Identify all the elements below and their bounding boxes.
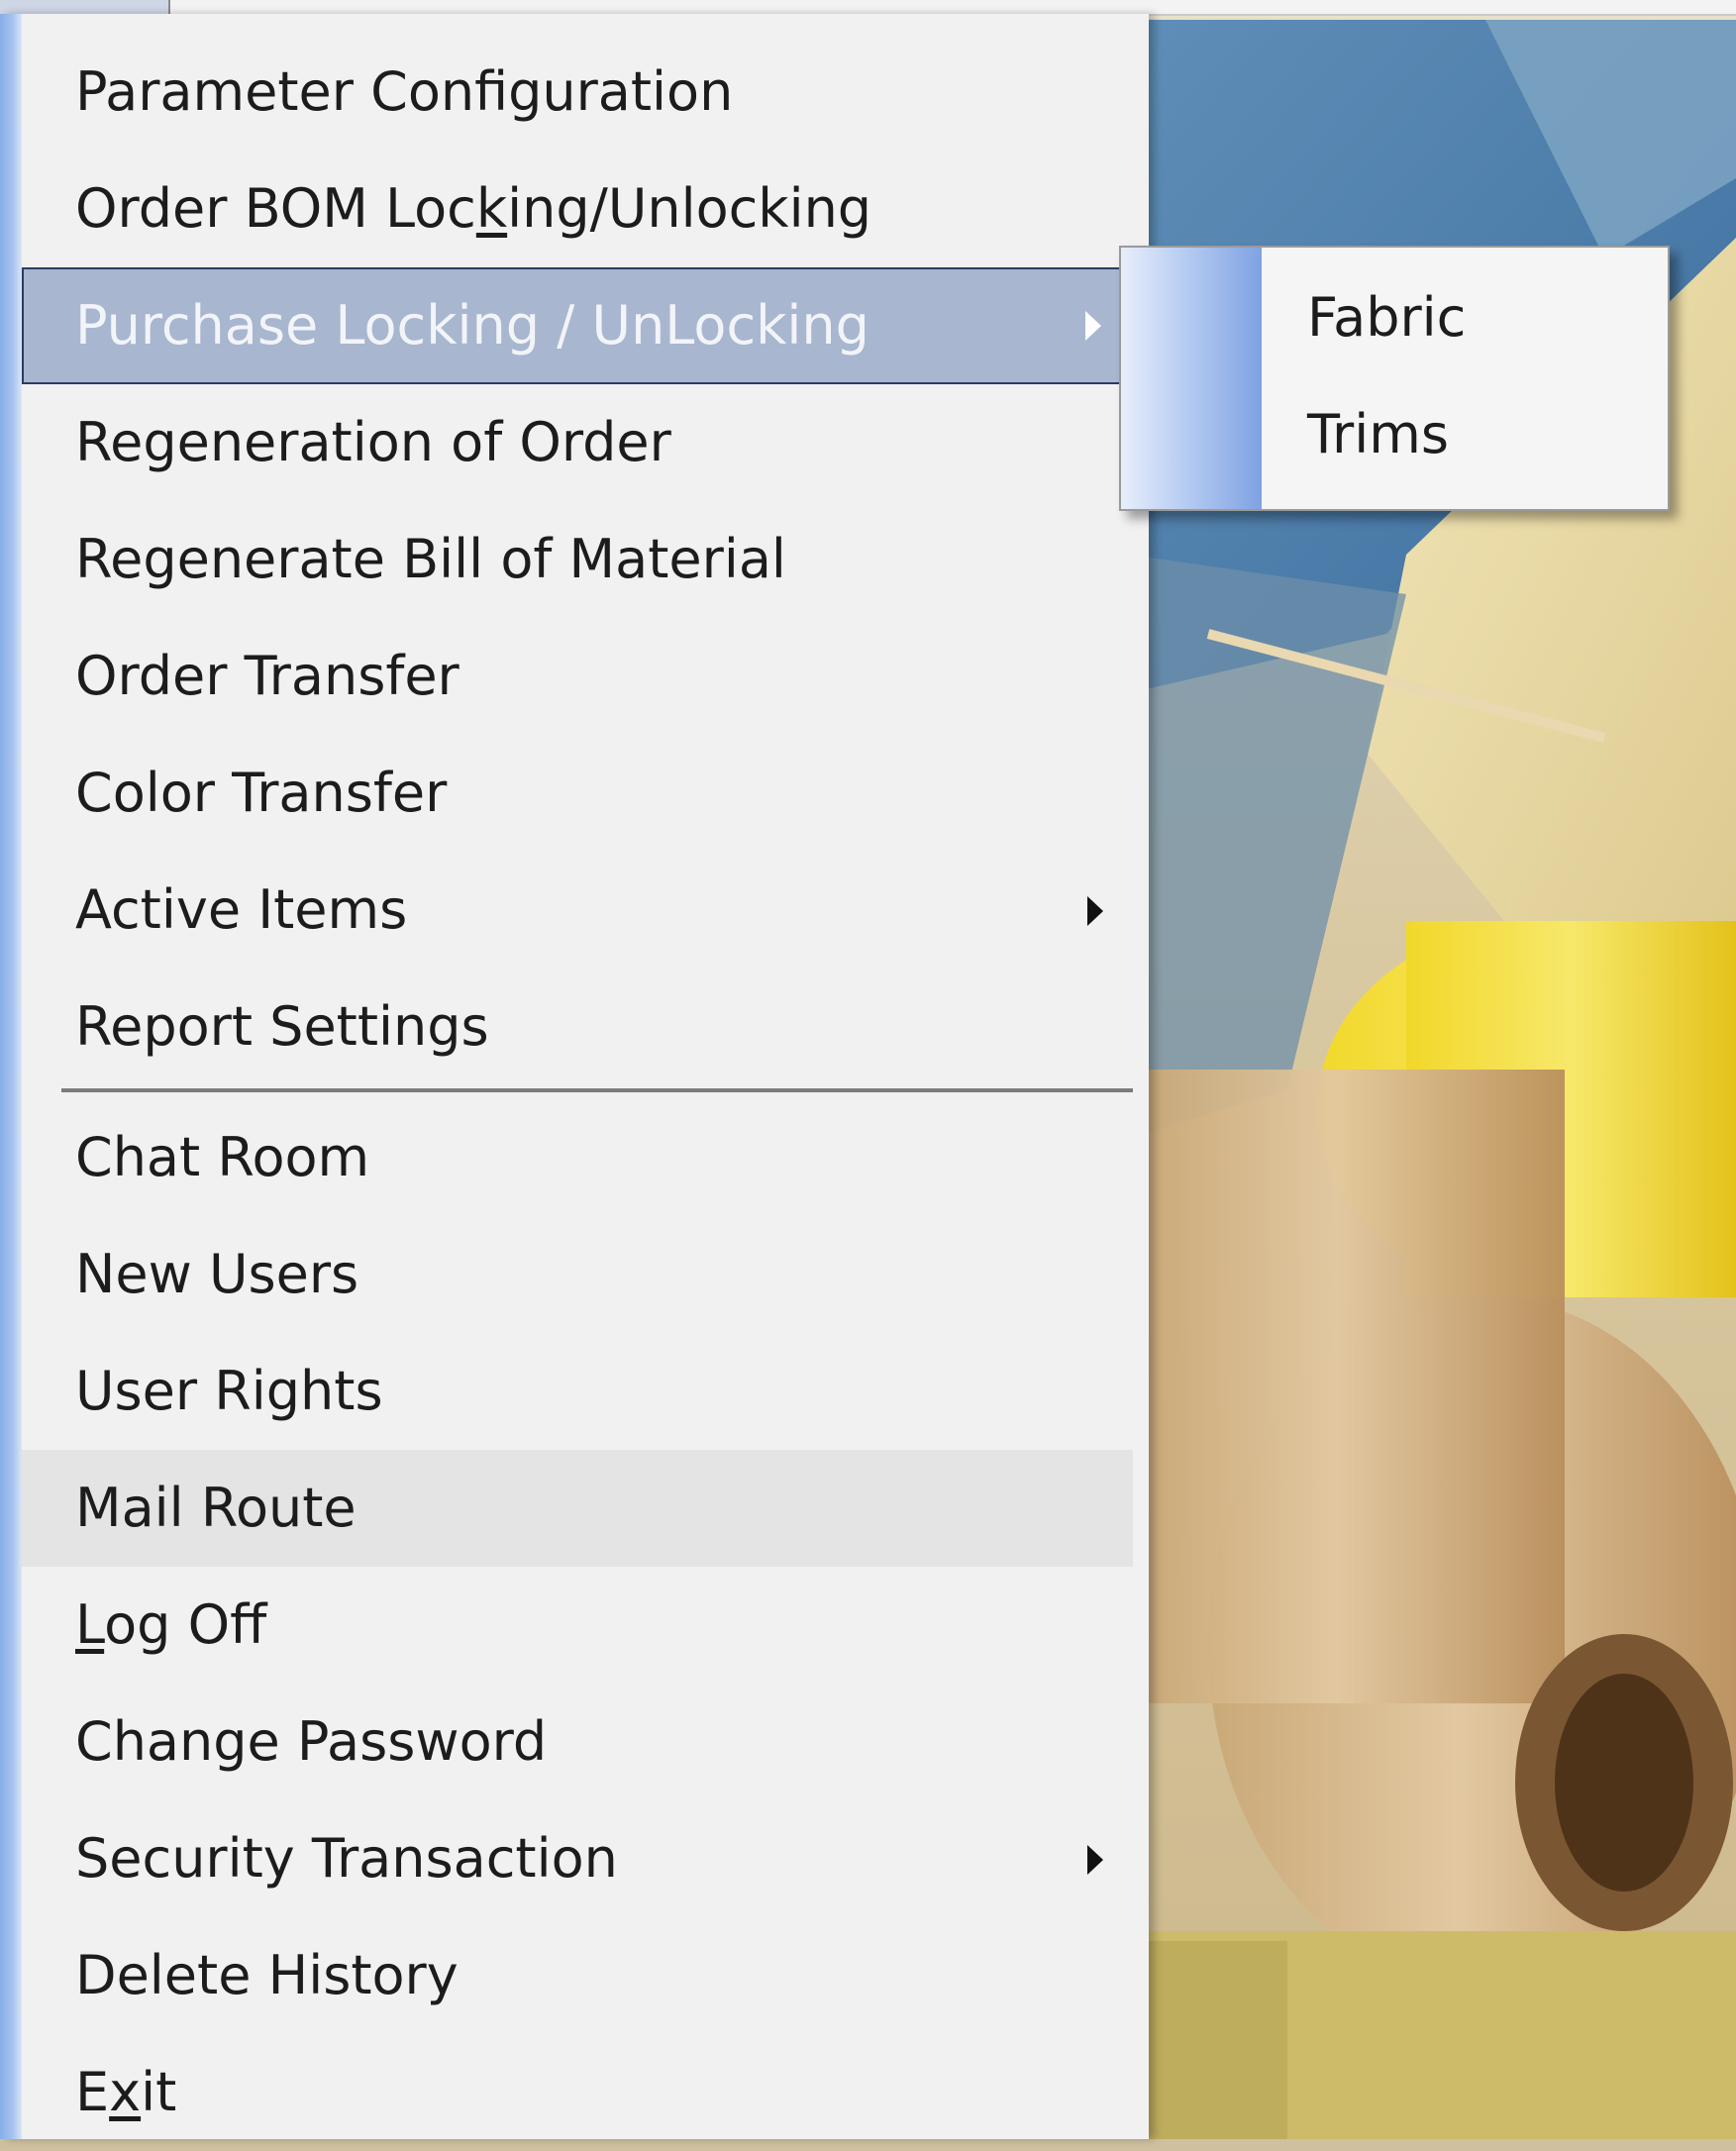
menu-bar-tab[interactable] xyxy=(0,0,170,14)
accelerator-key: x xyxy=(109,2061,142,2123)
menu-item-regenerate-bill-of-material[interactable]: Regenerate Bill of Material xyxy=(22,501,1133,618)
chevron-right-icon xyxy=(1087,896,1103,926)
menu-item-label: Purchase Locking / UnLocking xyxy=(75,294,869,357)
menu-item-label: Color Transfer xyxy=(75,762,448,824)
menu-item-security-transaction[interactable]: Security Transaction xyxy=(22,1800,1133,1917)
accelerator-key: L xyxy=(75,1593,105,1656)
submenu-item-label: Trims xyxy=(1307,403,1449,465)
menu-item-chat-room[interactable]: Chat Room xyxy=(22,1099,1133,1216)
menu-item-parameter-configuration[interactable]: Parameter Configuration xyxy=(22,34,1133,151)
menu-separator xyxy=(61,1088,1133,1092)
menu-item-label: Report Settings xyxy=(75,995,489,1058)
purchase-locking-submenu: Fabric Trims xyxy=(1119,246,1670,511)
menu-item-regeneration-of-order[interactable]: Regeneration of Order xyxy=(22,384,1133,501)
menu-item-label: Delete History xyxy=(75,1944,459,2006)
chevron-right-icon xyxy=(1087,1845,1103,1875)
menu-item-label: Change Password xyxy=(75,1710,548,1773)
menu-item-label: Exit xyxy=(75,2061,177,2123)
menu-item-user-rights[interactable]: User Rights xyxy=(22,1333,1133,1450)
accelerator-key: k xyxy=(475,177,508,240)
menu-item-label: Mail Route xyxy=(75,1477,357,1539)
menu-item-color-transfer[interactable]: Color Transfer xyxy=(22,735,1133,852)
menu-item-label: Order BOM Locking/Unlocking xyxy=(75,177,872,240)
submenu-item-label: Fabric xyxy=(1307,286,1467,349)
submenu-item-fabric[interactable]: Fabric xyxy=(1262,259,1668,376)
menu-item-label: User Rights xyxy=(75,1360,383,1422)
menu-item-report-settings[interactable]: Report Settings xyxy=(22,969,1133,1085)
menu-item-order-bom-locking-unlocking[interactable]: Order BOM Locking/Unlocking xyxy=(22,151,1133,267)
submenu-icon-gutter xyxy=(1121,248,1262,509)
menu-item-log-off[interactable]: Log Off xyxy=(22,1567,1133,1684)
menu-item-active-items[interactable]: Active Items xyxy=(22,852,1133,969)
menu-item-label: Log Off xyxy=(75,1593,267,1656)
menu-item-delete-history[interactable]: Delete History xyxy=(22,1917,1133,2034)
menu-item-label: Regenerate Bill of Material xyxy=(75,528,786,590)
menu-item-label: New Users xyxy=(75,1243,359,1305)
menu-item-new-users[interactable]: New Users xyxy=(22,1216,1133,1333)
menu-item-label: Active Items xyxy=(75,878,408,941)
menu-item-mail-route[interactable]: Mail Route xyxy=(22,1450,1133,1567)
submenu-item-trims[interactable]: Trims xyxy=(1262,376,1668,493)
menu-icon-gutter xyxy=(0,14,22,2139)
menu-item-change-password[interactable]: Change Password xyxy=(22,1684,1133,1800)
main-dropdown-menu: Parameter Configuration Order BOM Lockin… xyxy=(0,14,1149,2139)
menu-item-label: Order Transfer xyxy=(75,645,460,707)
menu-item-label: Regeneration of Order xyxy=(75,411,671,473)
menu-item-label: Security Transaction xyxy=(75,1827,618,1890)
menu-item-label: Chat Room xyxy=(75,1126,370,1188)
menu-item-exit[interactable]: Exit xyxy=(22,2034,1133,2151)
menu-item-label: Parameter Configuration xyxy=(75,60,734,123)
menu-item-purchase-locking-unlocking[interactable]: Purchase Locking / UnLocking xyxy=(22,267,1133,384)
menu-item-order-transfer[interactable]: Order Transfer xyxy=(22,618,1133,735)
chevron-right-icon xyxy=(1085,311,1101,341)
